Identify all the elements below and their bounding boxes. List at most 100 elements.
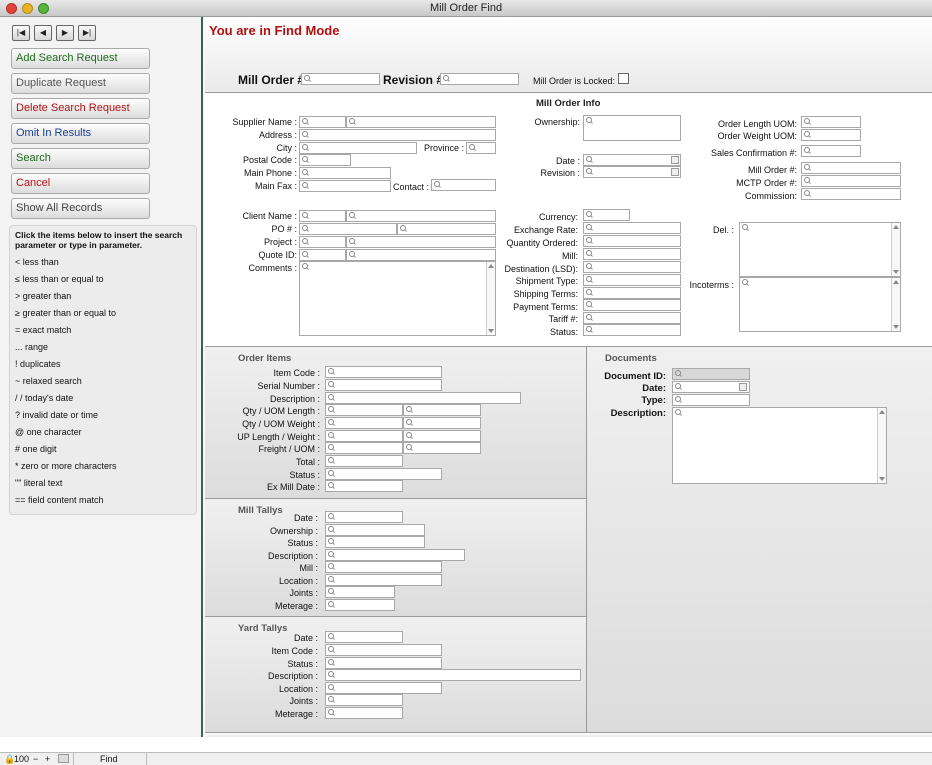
- address-input[interactable]: [299, 129, 496, 141]
- first-record-icon[interactable]: |◀: [12, 25, 30, 41]
- operator-invalid-date[interactable]: ? invalid date or time: [15, 407, 191, 424]
- currency-input[interactable]: [583, 209, 630, 221]
- item-status-input[interactable]: [325, 468, 442, 480]
- yard-tally-date-input[interactable]: [325, 631, 403, 643]
- document-calendar-icon[interactable]: [739, 383, 747, 391]
- qty-weight-input[interactable]: [325, 417, 403, 429]
- po-extra-input[interactable]: [397, 223, 496, 235]
- scroll-down-icon[interactable]: [893, 325, 899, 329]
- del-scrollbar[interactable]: [891, 223, 900, 276]
- document-type-input[interactable]: [672, 394, 750, 406]
- up-weight-input[interactable]: [403, 430, 481, 442]
- uom-weight-input[interactable]: [403, 417, 481, 429]
- mill-input[interactable]: [583, 248, 681, 260]
- toggle-toolbar-icon[interactable]: [58, 754, 69, 763]
- uom-length-input[interactable]: [403, 404, 481, 416]
- scroll-down-icon[interactable]: [879, 477, 885, 481]
- yard-tally-meterage-input[interactable]: [325, 707, 403, 719]
- zoom-level[interactable]: 100: [14, 753, 29, 765]
- operator-exact-match[interactable]: = exact match: [15, 322, 191, 339]
- document-id-input[interactable]: [672, 368, 750, 380]
- comments-textarea[interactable]: [299, 261, 496, 336]
- operator-relaxed-search[interactable]: ~ relaxed search: [15, 373, 191, 390]
- mill-tally-description-input[interactable]: [325, 549, 465, 561]
- search-button[interactable]: Search: [11, 148, 150, 169]
- shipment-type-input[interactable]: [583, 274, 681, 286]
- yard-tally-joints-input[interactable]: [325, 694, 403, 706]
- quote-id-input[interactable]: [299, 249, 346, 261]
- locked-checkbox[interactable]: [618, 73, 629, 84]
- city-input[interactable]: [299, 142, 417, 154]
- revision-date-input[interactable]: [583, 166, 681, 178]
- exchange-rate-input[interactable]: [583, 222, 681, 234]
- operator-greater-than[interactable]: > greater than: [15, 288, 191, 305]
- date-input[interactable]: [583, 154, 681, 166]
- delete-search-request-button[interactable]: Delete Search Request: [11, 98, 150, 119]
- project-name-input[interactable]: [346, 236, 496, 248]
- item-code-input[interactable]: [325, 366, 442, 378]
- qty-length-input[interactable]: [325, 404, 403, 416]
- main-phone-input[interactable]: [299, 167, 391, 179]
- po-input[interactable]: [299, 223, 397, 235]
- order-length-uom-input[interactable]: [801, 116, 861, 128]
- operator-one-character[interactable]: @ one character: [15, 424, 191, 441]
- client-id-input[interactable]: [299, 210, 346, 222]
- omit-in-results-button[interactable]: Omit In Results: [11, 123, 150, 144]
- mill-tally-date-input[interactable]: [325, 511, 403, 523]
- close-window-button[interactable]: [6, 3, 17, 14]
- operator-todays-date[interactable]: / / today's date: [15, 390, 191, 407]
- operator-range[interactable]: ... range: [15, 339, 191, 356]
- mill-order-input[interactable]: [301, 73, 380, 85]
- shipping-terms-input[interactable]: [583, 287, 681, 299]
- duplicate-request-button[interactable]: Duplicate Request: [11, 73, 150, 94]
- last-record-icon[interactable]: ▶|: [78, 25, 96, 41]
- scroll-up-icon[interactable]: [879, 410, 885, 414]
- cancel-button[interactable]: Cancel: [11, 173, 150, 194]
- incoterms-scrollbar[interactable]: [891, 278, 900, 331]
- commission-input[interactable]: [801, 188, 901, 200]
- scroll-up-icon[interactable]: [893, 225, 899, 229]
- mill-tally-location-input[interactable]: [325, 574, 442, 586]
- del-textarea[interactable]: [739, 222, 901, 277]
- item-description-input[interactable]: [325, 392, 521, 404]
- zoom-in-icon[interactable]: +: [45, 753, 50, 765]
- quantity-ordered-input[interactable]: [583, 235, 681, 247]
- incoterms-textarea[interactable]: [739, 277, 901, 332]
- operator-zero-or-more[interactable]: * zero or more characters: [15, 458, 191, 475]
- operator-less-than[interactable]: < less than: [15, 254, 191, 271]
- payment-terms-input[interactable]: [583, 299, 681, 311]
- ex-mill-date-input[interactable]: [325, 480, 403, 492]
- scroll-down-icon[interactable]: [893, 270, 899, 274]
- freight-input[interactable]: [325, 442, 403, 454]
- show-all-records-button[interactable]: Show All Records: [11, 198, 150, 219]
- revision-input[interactable]: [440, 73, 519, 85]
- project-id-input[interactable]: [299, 236, 346, 248]
- document-description-textarea[interactable]: [672, 407, 887, 484]
- freight-uom-input[interactable]: [403, 442, 481, 454]
- yard-tally-item-code-input[interactable]: [325, 644, 442, 656]
- order-weight-uom-input[interactable]: [801, 129, 861, 141]
- client-name-input[interactable]: [346, 210, 496, 222]
- next-record-icon[interactable]: ▶: [56, 25, 74, 41]
- scroll-up-icon[interactable]: [893, 280, 899, 284]
- yard-tally-status-input[interactable]: [325, 657, 442, 669]
- contact-input[interactable]: [431, 179, 496, 191]
- province-input[interactable]: [466, 142, 496, 154]
- date-calendar-icon[interactable]: [671, 156, 679, 164]
- main-fax-input[interactable]: [299, 180, 391, 192]
- right-mill-order-input[interactable]: [801, 162, 901, 174]
- operator-one-digit[interactable]: # one digit: [15, 441, 191, 458]
- add-search-request-button[interactable]: Add Search Request: [11, 48, 150, 69]
- mill-tally-meterage-input[interactable]: [325, 599, 395, 611]
- previous-record-icon[interactable]: ◀: [34, 25, 52, 41]
- total-input[interactable]: [325, 455, 403, 467]
- quote-name-input[interactable]: [346, 249, 496, 261]
- operator-field-content-match[interactable]: == field content match: [15, 492, 191, 509]
- operator-literal-text[interactable]: "" literal text: [15, 475, 191, 492]
- yard-tally-description-input[interactable]: [325, 669, 581, 681]
- mill-tally-status-input[interactable]: [325, 536, 425, 548]
- mill-tally-mill-input[interactable]: [325, 561, 442, 573]
- mill-tally-joints-input[interactable]: [325, 586, 395, 598]
- zoom-out-icon[interactable]: −: [33, 753, 38, 765]
- mill-tally-ownership-input[interactable]: [325, 524, 425, 536]
